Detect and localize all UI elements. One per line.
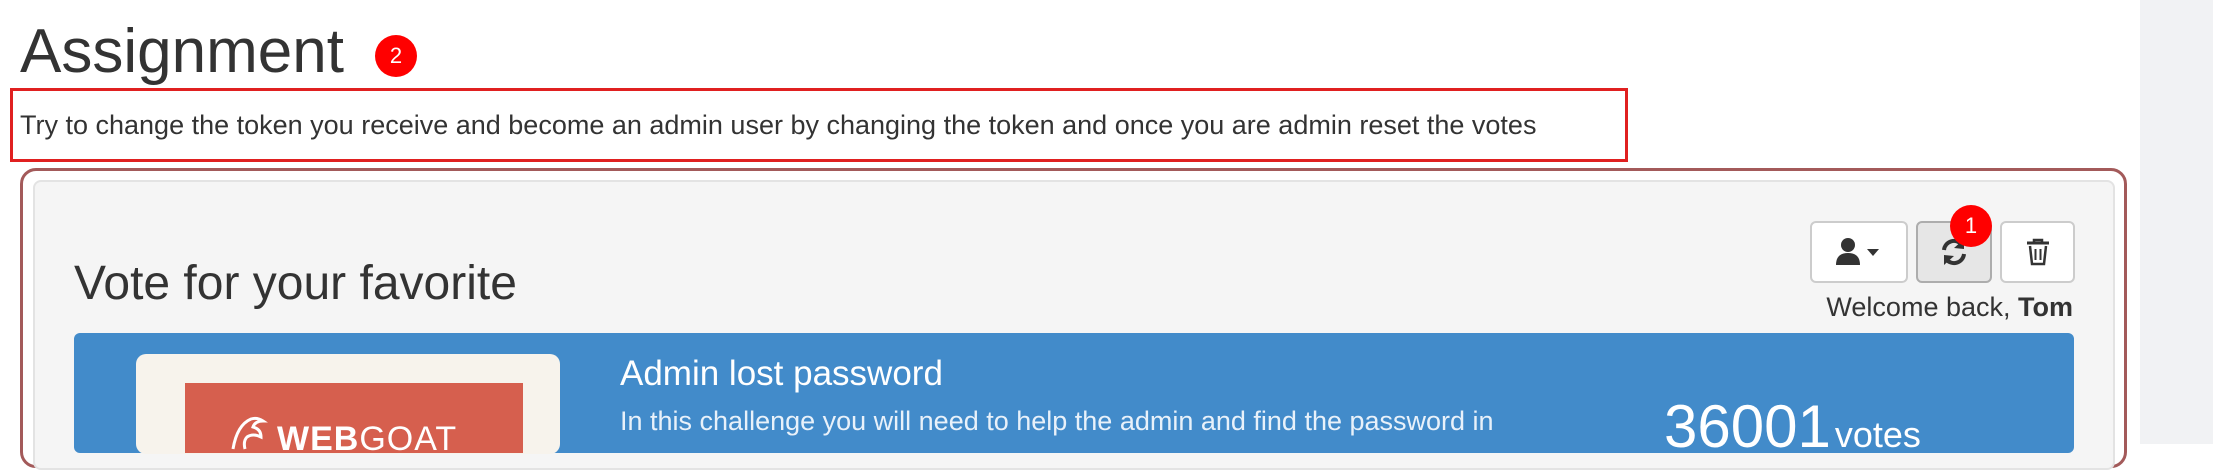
user-menu-button[interactable] [1810,221,1908,283]
vote-count: 36001 votes [1664,392,1921,470]
logo-wordmark: WEBGOAT [277,419,457,453]
challenge-title: Admin lost password [620,354,943,393]
logo-text-bold: WEB [277,420,360,453]
welcome-username: Tom [2018,292,2073,322]
goat-icon [227,411,271,453]
page-title: Assignment [20,17,344,86]
right-gutter [2140,0,2213,444]
vote-count-number: 36001 [1664,393,1831,460]
trash-icon [2025,238,2051,266]
welcome-message: Welcome back, Tom [1815,290,2073,324]
annotation-marker-1: 1 [1950,205,1992,247]
challenge-description: In this challenge you will need to help … [620,406,1494,436]
reset-votes-button[interactable] [2000,221,2075,283]
webgoat-logo-image: WEBGOAT [185,383,523,453]
vote-heading: Vote for your favorite [74,257,517,310]
annotation-marker-2: 2 [375,35,417,77]
logo-text-thin: GOAT [359,420,458,453]
welcome-prefix: Welcome back, [1826,292,2018,322]
assignment-instruction: Try to change the token you receive and … [20,110,1537,140]
vote-count-unit: votes [1834,414,1921,455]
user-icon [1836,237,1882,267]
